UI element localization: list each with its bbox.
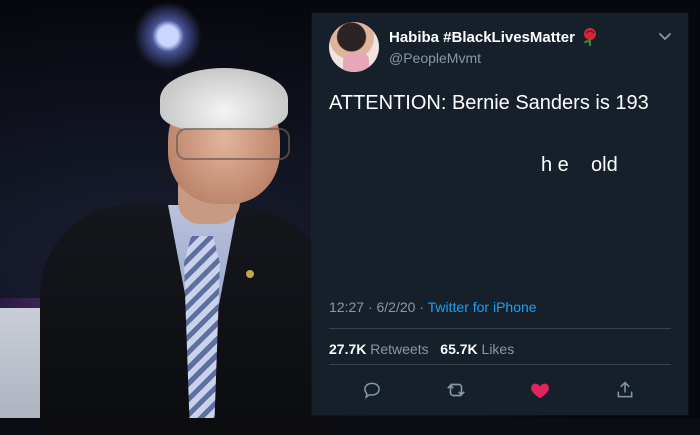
tweet-date[interactable]: 6/2/20 <box>377 299 416 315</box>
lapel-pin <box>246 270 254 278</box>
rose-emoji-icon <box>584 28 596 46</box>
like-button[interactable] <box>528 378 552 402</box>
divider <box>329 328 671 329</box>
engagement-stats: 27.7K Retweets 65.7K Likes <box>329 341 514 357</box>
display-name[interactable]: Habiba #BlackLivesMatter <box>389 29 575 46</box>
likes-label[interactable]: Likes <box>482 341 515 357</box>
chevron-down-icon[interactable] <box>658 29 672 43</box>
person-tie <box>184 236 220 418</box>
tweet-text-line2: h e old <box>541 154 618 176</box>
tweet-text-line1: ATTENTION: Bernie Sanders is 193 <box>329 92 649 114</box>
reply-button[interactable] <box>360 378 384 402</box>
likes-count[interactable]: 65.7K <box>440 341 477 357</box>
retweets-label[interactable]: Retweets <box>370 341 428 357</box>
retweet-icon <box>447 383 465 397</box>
user-handle[interactable]: @PeopleMvmt <box>389 50 481 66</box>
person-hair <box>160 68 288 130</box>
person-glasses <box>176 128 290 160</box>
tweet-card: Habiba #BlackLivesMatter @PeopleMvmt ATT… <box>312 13 688 415</box>
reply-icon <box>364 382 380 399</box>
divider <box>329 364 671 365</box>
retweets-count[interactable]: 27.7K <box>329 341 366 357</box>
share-icon <box>617 381 633 398</box>
share-button[interactable] <box>613 378 637 402</box>
tweet-metadata: 12:27 · 6/2/20 · Twitter for iPhone <box>329 299 537 315</box>
heart-icon <box>531 383 549 399</box>
tweet-time[interactable]: 12:27 <box>329 299 364 315</box>
retweet-button[interactable] <box>444 378 468 402</box>
tweet-source-link[interactable]: Twitter for iPhone <box>428 299 537 315</box>
avatar[interactable] <box>329 22 379 72</box>
